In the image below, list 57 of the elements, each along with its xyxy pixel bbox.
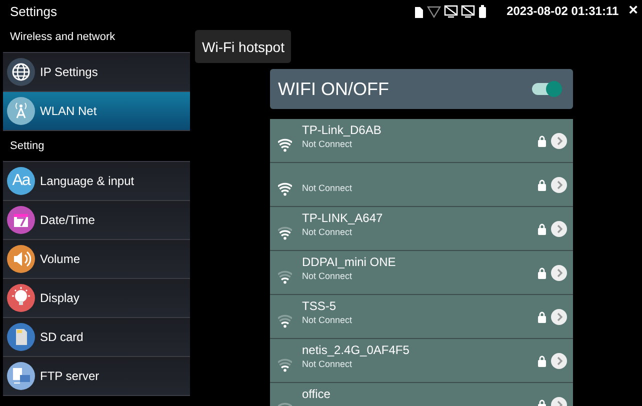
chevron-right-icon: [551, 308, 567, 324]
wifi-signal-icon: [278, 182, 292, 197]
monitor-off-icon: [460, 4, 475, 18]
sidebar-item[interactable]: WLAN Net: [3, 92, 190, 131]
chevron-right-icon: [551, 264, 567, 280]
network-row[interactable]: TP-Link_D6AB Not Connect: [270, 119, 573, 163]
connection-status: Not Connect: [302, 227, 354, 237]
network-name: TP-LINK_A647: [302, 211, 384, 225]
chevron-right-icon: [551, 220, 567, 236]
sidebar-item[interactable]: Date/Time: [3, 201, 190, 240]
wifi-signal-icon: [278, 358, 292, 373]
connection-status: Not Connect: [302, 271, 354, 281]
app-title: Settings: [10, 4, 58, 18]
network-name: office: [302, 387, 332, 401]
sidebar-item[interactable]: Volume: [3, 240, 190, 279]
network-row[interactable]: netis_2.4G_0AF4F5 Not Connect: [270, 339, 573, 383]
toggle-label: WIFI ON/OFF: [278, 78, 389, 100]
antenna-icon: [7, 97, 35, 125]
sidebar-item[interactable]: IP Settings: [3, 53, 190, 92]
close-button[interactable]: ×: [628, 3, 638, 19]
network-name: TSS-5: [302, 299, 338, 313]
chevron-right-icon: [551, 176, 567, 192]
sidebar-item[interactable]: SD card: [3, 318, 190, 357]
connection-status: Not Connect: [302, 359, 354, 369]
calendar-icon: [7, 206, 35, 234]
globe-icon: [7, 58, 35, 86]
speaker-icon: [7, 245, 35, 273]
light-bulb-icon: [7, 284, 35, 312]
network-row[interactable]: TSS-5 Not Connect: [270, 295, 573, 339]
monitor-off-icon: [444, 4, 458, 18]
connection-status: Not Connect: [302, 183, 354, 193]
wifi-signal-icon: [278, 138, 292, 153]
network-row[interactable]: Not Connect: [270, 163, 573, 207]
letters-icon: Aa: [7, 167, 35, 195]
network-name: TP-Link_D6AB: [302, 123, 382, 137]
sidebar-item[interactable]: FTP server: [3, 357, 190, 396]
toggle-switch[interactable]: [532, 83, 560, 95]
network-name: DDPAI_mini ONE: [302, 255, 397, 269]
battery-icon: [478, 4, 487, 18]
sidebar-item[interactable]: Aa Language & input: [3, 162, 190, 201]
connection-status: Not Connect: [302, 315, 354, 325]
network-name: netis_2.4G_0AF4F5: [302, 343, 410, 357]
chevron-right-icon: [551, 132, 567, 148]
computer-icon: [7, 362, 35, 390]
network-row[interactable]: DDPAI_mini ONE Not Connect: [270, 251, 573, 295]
sidebar-item[interactable]: Display: [3, 279, 190, 318]
network-row[interactable]: TP-LINK_A647 Not Connect: [270, 207, 573, 251]
network-row[interactable]: office: [270, 383, 573, 406]
sd-card-icon: [414, 4, 424, 18]
wifi-signal-icon: [278, 270, 292, 285]
wifi-signal-icon: [278, 226, 292, 241]
wifi-hotspot-button[interactable]: Wi-Fi hotspot: [195, 30, 292, 63]
connection-status: Not Connect: [302, 139, 354, 149]
date-time: 2023-08-02 01:31:11: [506, 4, 619, 18]
sd-card-icon: [7, 323, 35, 351]
wifi-signal-icon: [278, 314, 292, 329]
chevron-right-icon: [551, 352, 567, 368]
